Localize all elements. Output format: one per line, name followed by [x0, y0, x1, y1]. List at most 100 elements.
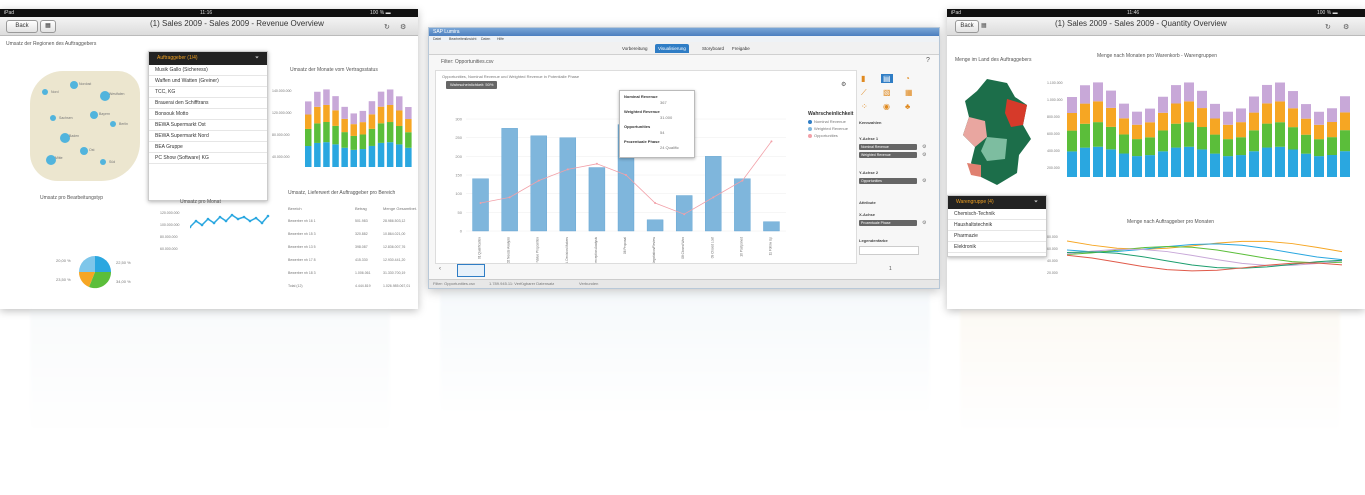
stack-segment[interactable] — [1067, 130, 1077, 152]
stack-segment[interactable] — [1314, 124, 1324, 140]
chip-settings-icon[interactable]: ⚙ — [922, 220, 926, 226]
stack-segment[interactable] — [1275, 146, 1285, 177]
stack-segment[interactable] — [1288, 127, 1298, 150]
popup-list-item[interactable]: Elektronik — [948, 242, 1046, 253]
popup-list-item[interactable]: Chemisch-Technik — [948, 209, 1046, 220]
stack-segment[interactable] — [386, 89, 394, 105]
stack-segment[interactable] — [386, 104, 394, 123]
stack-segment[interactable] — [1314, 139, 1324, 157]
line-point[interactable] — [260, 221, 264, 225]
stack-segment[interactable] — [1249, 96, 1259, 113]
stack-segment[interactable] — [396, 96, 403, 111]
tab-freigabe[interactable]: Freigabe — [729, 44, 753, 53]
filter-icon-right[interactable]: ⏷ — [1034, 196, 1038, 209]
stack-segment[interactable] — [359, 122, 367, 135]
stack-segment[interactable] — [1132, 156, 1142, 177]
product-group-popup[interactable]: Warengruppe (4) ⏷ Chemisch-Technik Hausha… — [947, 195, 1047, 257]
line-point[interactable] — [741, 179, 744, 182]
stack-segment[interactable] — [305, 146, 312, 167]
stack-segment[interactable] — [405, 132, 412, 148]
stack-segment[interactable] — [1340, 112, 1350, 131]
stack-segment[interactable] — [1236, 108, 1246, 123]
map-bubble[interactable] — [70, 81, 78, 89]
stack-segment[interactable] — [314, 123, 321, 143]
stack-segment[interactable] — [1106, 126, 1116, 150]
line-point[interactable] — [248, 219, 252, 223]
popup-list-item[interactable]: Pharmazie — [948, 231, 1046, 242]
stack-segment[interactable] — [1249, 112, 1259, 131]
region-map[interactable]: Nord Nordost Westfalen Sachsen Bayern Baden Be… — [30, 71, 140, 181]
stack-segment[interactable] — [305, 114, 312, 129]
stack-segment[interactable] — [341, 147, 348, 167]
stack-segment[interactable] — [1249, 151, 1259, 177]
germany-map[interactable] — [957, 77, 1037, 187]
bar[interactable] — [763, 221, 780, 232]
stack-segment[interactable] — [1106, 90, 1116, 108]
stack-segment[interactable] — [1080, 103, 1090, 124]
stack-segment[interactable] — [332, 144, 339, 167]
stack-segment[interactable] — [405, 107, 412, 120]
stack-segment[interactable] — [386, 142, 394, 167]
stack-segment[interactable] — [1223, 156, 1233, 177]
stack-segment[interactable] — [314, 142, 321, 167]
line-point[interactable] — [212, 221, 216, 225]
stack-segment[interactable] — [1275, 101, 1285, 123]
measure-chip[interactable]: Weighted Revenue — [859, 152, 917, 158]
popup-list-item[interactable]: BEA Gruppe — [149, 142, 267, 153]
measure-chip[interactable]: Nominal Revenue — [859, 144, 917, 150]
bar[interactable] — [588, 167, 606, 232]
bar-chart-icon[interactable]: ▮ — [859, 74, 867, 83]
stack-segment[interactable] — [1184, 146, 1194, 177]
stack-segment[interactable] — [1197, 149, 1207, 177]
scatter-icon[interactable]: ⁘ — [859, 102, 870, 111]
stack-segment[interactable] — [350, 113, 358, 125]
map-icon[interactable]: ▧ — [881, 88, 893, 97]
bar[interactable] — [705, 156, 722, 232]
stack-segment[interactable] — [1132, 124, 1142, 140]
gauge-icon[interactable]: ◉ — [881, 102, 892, 111]
stack-segment[interactable] — [350, 124, 358, 136]
pie-chart-icon[interactable]: ◔ — [903, 74, 912, 83]
stack-segment[interactable] — [1145, 122, 1155, 138]
stack-segment[interactable] — [368, 114, 376, 129]
stack-segment[interactable] — [323, 104, 330, 123]
stack-segment[interactable] — [323, 122, 330, 143]
line-point[interactable] — [254, 216, 258, 220]
stack-segment[interactable] — [1158, 96, 1168, 113]
line-point[interactable] — [654, 202, 657, 204]
stack-segment[interactable] — [314, 106, 321, 124]
bar[interactable] — [472, 178, 489, 232]
table-icon[interactable]: ▦ — [903, 88, 915, 97]
stack-segment[interactable] — [377, 106, 385, 124]
stack-segment[interactable] — [1158, 130, 1168, 152]
refresh-icon-right[interactable]: ↻ — [1325, 23, 1331, 31]
stack-segment[interactable] — [1340, 151, 1350, 177]
stack-segment[interactable] — [1223, 124, 1233, 140]
tab-visualisierung[interactable]: Visualisierung — [655, 44, 689, 53]
line-point[interactable] — [230, 213, 234, 217]
popup-list-item[interactable]: BEWA Supermarkt Nord — [149, 131, 267, 142]
chevron-left-icon[interactable]: ‹ — [439, 266, 441, 272]
line-point[interactable] — [508, 196, 511, 199]
stack-segment[interactable] — [1236, 122, 1246, 138]
popup-list-item[interactable]: Bonsouk Motto — [149, 109, 267, 120]
bar[interactable] — [501, 128, 518, 232]
bar[interactable] — [646, 219, 664, 232]
stack-segment[interactable] — [1301, 134, 1311, 154]
measure-chip[interactable]: Opportunities — [859, 178, 917, 184]
revenue-line-chart[interactable] — [190, 209, 270, 249]
stack-segment[interactable] — [368, 145, 376, 167]
tree-icon[interactable]: ♣ — [903, 102, 912, 111]
stack-segment[interactable] — [341, 118, 348, 133]
stack-segment[interactable] — [1158, 112, 1168, 131]
stack-segment[interactable] — [1119, 118, 1129, 135]
line-point[interactable] — [224, 219, 228, 223]
pie-slice-1[interactable] — [95, 256, 111, 272]
tab-vorbereitung[interactable]: Vorbereitung — [619, 44, 651, 53]
stack-segment[interactable] — [1275, 82, 1285, 102]
popup-list-item[interactable]: BEWA Supermarkt Ost — [149, 120, 267, 131]
popup-list-item[interactable]: Waffen und Watten (Greiner) — [149, 76, 267, 87]
stack-segment[interactable] — [1080, 123, 1090, 148]
bar[interactable] — [734, 178, 751, 232]
stack-segment[interactable] — [1158, 151, 1168, 177]
